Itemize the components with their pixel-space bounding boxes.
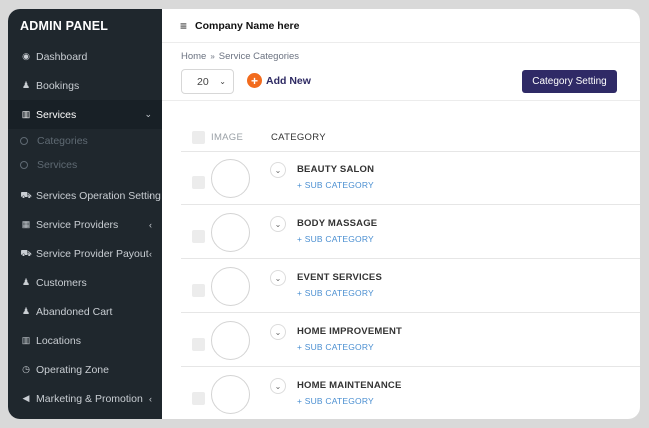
sidebar-item-services-operation-setting[interactable]: ⛟ Services Operation Setting ‹ — [8, 181, 162, 210]
expand-chevron-icon[interactable]: ⌄ — [270, 216, 286, 232]
add-sub-category-link[interactable]: + SUB CATEGORY — [297, 234, 374, 244]
add-sub-category-link[interactable]: + SUB CATEGORY — [297, 180, 374, 190]
expand-chevron-icon[interactable]: ⌄ — [270, 378, 286, 394]
add-sub-category-link[interactable]: + SUB CATEGORY — [297, 288, 374, 298]
app-window: ADMIN PANEL ◉ Dashboard ♟ Bookings ▥ Ser… — [8, 9, 640, 419]
sidebar-item-label: Service Provider Payout — [36, 247, 149, 260]
sidebar-item-service-provider-payout[interactable]: ⛟ Service Provider Payout ‹ — [8, 239, 162, 268]
user-tie-icon: ♟ — [21, 80, 31, 90]
category-image — [211, 159, 250, 198]
sidebar-item-label: Services — [36, 108, 77, 121]
breadcrumb-current: Service Categories — [218, 51, 300, 62]
select-all-checkbox[interactable] — [192, 130, 205, 144]
chevron-down-icon: ⌄ — [219, 77, 226, 86]
column-header-category: CATEGORY — [271, 131, 326, 143]
chevron-left-icon: ‹ — [149, 190, 152, 201]
add-new-button[interactable]: + Add New — [247, 73, 311, 88]
category-image — [211, 321, 250, 360]
row-checkbox[interactable] — [192, 392, 205, 405]
sidebar-item-label: Customers — [36, 276, 87, 289]
page-size-select[interactable]: 20 ⌄ — [181, 69, 234, 94]
category-image — [211, 213, 250, 252]
user-tie-icon: ♟ — [21, 306, 31, 316]
bank-icon: ▥ — [21, 109, 31, 119]
page-size-value: 20 — [197, 75, 209, 88]
category-name: BEAUTY SALON — [297, 164, 375, 175]
circle-icon — [20, 161, 28, 169]
chevron-left-icon: ‹ — [149, 219, 152, 230]
category-name: BODY MASSAGE — [297, 218, 378, 229]
sidebar-item-bookings[interactable]: ♟ Bookings — [8, 71, 162, 100]
sidebar: ADMIN PANEL ◉ Dashboard ♟ Bookings ▥ Ser… — [8, 9, 162, 419]
sidebar-item-label: Dashboard — [36, 50, 88, 63]
sidebar-item-label: Abandoned Cart — [36, 305, 113, 318]
chevron-down-icon: ⌄ — [144, 109, 152, 119]
cart-icon: ⛟ — [20, 189, 32, 200]
add-new-label: Add New — [266, 74, 311, 87]
sidebar-item-dashboard[interactable]: ◉ Dashboard — [8, 42, 162, 71]
table-row: ⌄ HOME MAINTENANCE + SUB CATEGORY — [181, 368, 640, 419]
chevron-left-icon: ‹ — [149, 393, 152, 404]
circle-icon — [20, 137, 28, 145]
breadcrumb-separator: » — [210, 52, 215, 61]
grid-icon: ▦ — [21, 219, 31, 229]
sidebar-item-label: Locations — [36, 334, 81, 347]
table-row: ⌄ BODY MASSAGE + SUB CATEGORY — [181, 206, 640, 259]
topbar: ≡ Company Name here — [162, 9, 640, 43]
megaphone-icon: ◀ — [22, 393, 30, 403]
sidebar-item-services[interactable]: ▥ Services ⌄ — [8, 100, 162, 129]
hamburger-menu-icon[interactable]: ≡ — [180, 19, 187, 33]
table-header: IMAGE CATEGORY — [181, 122, 640, 152]
sidebar-item-operating-zone[interactable]: ◷ Operating Zone — [8, 355, 162, 384]
sidebar-item-service-providers[interactable]: ▦ Service Providers ‹ — [8, 210, 162, 239]
chevron-left-icon: ‹ — [149, 248, 152, 259]
row-checkbox[interactable] — [192, 230, 205, 243]
sidebar-item-label: Marketing & Promotion — [36, 392, 143, 405]
sidebar-item-label: Bookings — [36, 79, 80, 92]
company-name: Company Name here — [195, 19, 300, 32]
table-row: ⌄ EVENT SERVICES + SUB CATEGORY — [181, 260, 640, 313]
sidebar-subitem-categories[interactable]: Categories — [8, 129, 162, 153]
category-image — [211, 267, 250, 306]
clock-icon: ◷ — [22, 364, 30, 374]
main-content: ≡ Company Name here Home » Service Categor… — [162, 9, 640, 419]
sidebar-subitem-label: Categories — [37, 135, 88, 147]
category-image — [211, 375, 250, 414]
expand-chevron-icon[interactable]: ⌄ — [270, 162, 286, 178]
category-name: HOME IMPROVEMENT — [297, 326, 403, 337]
divider — [162, 100, 640, 101]
add-sub-category-link[interactable]: + SUB CATEGORY — [297, 396, 374, 406]
table-row: ⌄ BEAUTY SALON + SUB CATEGORY — [181, 152, 640, 205]
category-name: EVENT SERVICES — [297, 272, 382, 283]
sidebar-item-label: Services Operation Setting — [36, 189, 161, 202]
plus-circle-icon: + — [247, 73, 262, 88]
sidebar-item-marketing-promotion[interactable]: ◀ Marketing & Promotion ‹ — [8, 384, 162, 413]
table-icon: ▥ — [21, 335, 31, 345]
sidebar-item-label: Operating Zone — [36, 363, 109, 376]
sidebar-item-customers[interactable]: ♟ Customers — [8, 268, 162, 297]
add-sub-category-link[interactable]: + SUB CATEGORY — [297, 342, 374, 352]
users-icon: ♟ — [21, 277, 31, 287]
cart-icon: ⛟ — [20, 247, 32, 258]
row-checkbox[interactable] — [192, 176, 205, 189]
sidebar-subitem-services[interactable]: Services — [8, 153, 162, 177]
sidebar-subitem-label: Services — [37, 159, 78, 171]
row-checkbox[interactable] — [192, 284, 205, 297]
table-row: ⌄ HOME IMPROVEMENT + SUB CATEGORY — [181, 314, 640, 367]
expand-chevron-icon[interactable]: ⌄ — [270, 270, 286, 286]
brand-title: ADMIN PANEL — [20, 18, 109, 33]
breadcrumb: Home » Service Categories — [181, 51, 299, 62]
sidebar-item-abandoned-cart[interactable]: ♟ Abandoned Cart — [8, 297, 162, 326]
sidebar-item-label: Service Providers — [36, 218, 119, 231]
category-name: HOME MAINTENANCE — [297, 380, 402, 391]
column-header-image: IMAGE — [211, 131, 244, 143]
dashboard-icon: ◉ — [22, 51, 30, 61]
category-setting-button[interactable]: Category Setting — [522, 70, 617, 93]
row-checkbox[interactable] — [192, 338, 205, 351]
breadcrumb-home-link[interactable]: Home — [181, 51, 206, 62]
expand-chevron-icon[interactable]: ⌄ — [270, 324, 286, 340]
sidebar-item-locations[interactable]: ▥ Locations — [8, 326, 162, 355]
